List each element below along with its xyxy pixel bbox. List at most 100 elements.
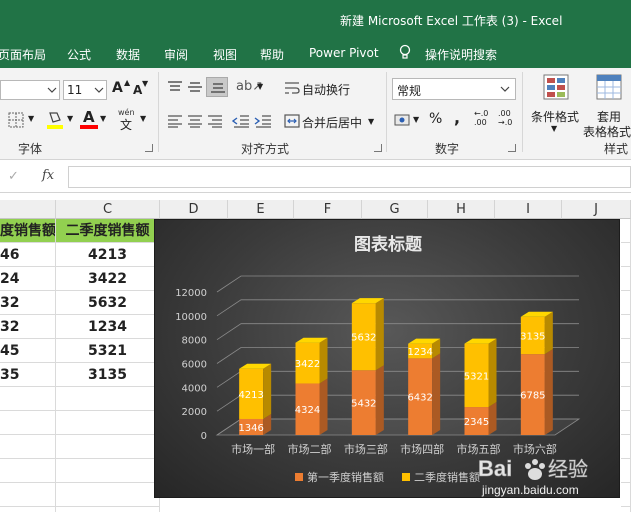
- font-size-box[interactable]: 11: [63, 80, 107, 100]
- tab-help[interactable]: 帮助: [260, 46, 284, 63]
- column-header-i[interactable]: I: [495, 200, 562, 219]
- empty-cell[interactable]: [0, 387, 56, 411]
- font-color-icon[interactable]: A: [80, 108, 98, 130]
- dropdown-arrow-icon[interactable]: ▼: [28, 114, 34, 123]
- group-styles-label: 样式: [604, 142, 629, 156]
- empty-cell[interactable]: [621, 315, 631, 339]
- empty-cell[interactable]: [621, 507, 631, 512]
- grow-font-button[interactable]: A: [112, 80, 123, 96]
- column-header-e[interactable]: E: [228, 200, 294, 219]
- empty-cell[interactable]: [621, 339, 631, 363]
- table-cell-q2[interactable]: 5632: [56, 291, 160, 315]
- dropdown-arrow-icon[interactable]: ▼: [67, 114, 73, 123]
- column-header-g[interactable]: G: [362, 200, 428, 219]
- number-dialog-launcher[interactable]: [508, 144, 516, 152]
- empty-cell[interactable]: [56, 507, 160, 512]
- dropdown-arrow-icon[interactable]: ▼: [140, 114, 146, 123]
- align-left-icon[interactable]: [166, 114, 184, 128]
- dropdown-arrow-icon[interactable]: ▼: [413, 115, 419, 124]
- font-name-box[interactable]: [0, 80, 60, 100]
- empty-cell[interactable]: [0, 459, 56, 483]
- tab-page-layout[interactable]: 页面布局: [0, 46, 46, 63]
- empty-cell[interactable]: [56, 411, 160, 435]
- dropdown-arrow-icon[interactable]: ▼: [257, 82, 263, 91]
- empty-cell[interactable]: [621, 291, 631, 315]
- insert-function-button[interactable]: fx: [42, 168, 54, 183]
- empty-cell[interactable]: [621, 363, 631, 387]
- comma-button[interactable]: ,: [454, 108, 460, 127]
- dropdown-arrow-icon: ▼: [551, 124, 558, 133]
- align-middle-icon[interactable]: [186, 80, 204, 94]
- empty-cell[interactable]: [621, 411, 631, 435]
- conditional-format-button[interactable]: 条件格式 ▼: [531, 72, 581, 134]
- empty-cell[interactable]: [0, 411, 56, 435]
- column-header-j[interactable]: J: [562, 200, 631, 219]
- x-tick-label: 市场四部: [400, 442, 444, 456]
- accounting-format-icon[interactable]: [394, 112, 412, 128]
- empty-cell[interactable]: [56, 435, 160, 459]
- table-cell-q2[interactable]: 5321: [56, 339, 160, 363]
- tab-power-pivot[interactable]: Power Pivot: [309, 46, 379, 60]
- empty-cell[interactable]: [0, 507, 56, 512]
- wrap-text-icon[interactable]: [284, 80, 300, 96]
- borders-icon[interactable]: [8, 112, 24, 128]
- align-center-icon[interactable]: [186, 114, 204, 128]
- merge-center-button[interactable]: 合并后居中: [302, 114, 362, 131]
- svg-text:经验: 经验: [548, 457, 588, 481]
- empty-cell[interactable]: [0, 483, 56, 507]
- percent-button[interactable]: %: [429, 111, 442, 127]
- table-cell-q2[interactable]: 3422: [56, 267, 160, 291]
- align-right-icon[interactable]: [206, 114, 224, 128]
- column-header-f[interactable]: F: [294, 200, 362, 219]
- align-top-icon[interactable]: [166, 80, 184, 94]
- decrease-indent-icon[interactable]: [232, 114, 250, 128]
- tell-me-search[interactable]: 操作说明搜索: [425, 46, 497, 63]
- column-header-c[interactable]: C: [56, 200, 160, 219]
- merge-center-icon[interactable]: [284, 113, 300, 129]
- increase-indent-icon[interactable]: [254, 114, 272, 128]
- format-as-table-button[interactable]: 套用 表格格式: [583, 72, 631, 139]
- column-header-h[interactable]: H: [428, 200, 495, 219]
- wrap-text-button[interactable]: 自动换行: [302, 81, 350, 98]
- empty-cell[interactable]: [56, 387, 160, 411]
- formula-input[interactable]: [68, 166, 631, 188]
- empty-cell[interactable]: [621, 219, 631, 243]
- tab-view[interactable]: 视图: [213, 46, 237, 63]
- table-cell-q2[interactable]: 1234: [56, 315, 160, 339]
- align-bottom-button[interactable]: [206, 77, 228, 97]
- lightbulb-icon[interactable]: [399, 44, 411, 64]
- empty-cell[interactable]: [621, 387, 631, 411]
- empty-cell[interactable]: [0, 435, 56, 459]
- tab-data[interactable]: 数据: [116, 46, 140, 63]
- decrease-decimal-button[interactable]: .00 →.0: [498, 109, 518, 131]
- header-cell-q2-sales[interactable]: 二季度销售额: [56, 219, 160, 243]
- header-cell-q1-sales[interactable]: 度销售额: [0, 219, 56, 243]
- fill-color-icon[interactable]: [46, 110, 64, 130]
- table-cell-q1[interactable]: 24: [0, 267, 56, 291]
- alignment-dialog-launcher[interactable]: [374, 144, 382, 152]
- dropdown-arrow-icon[interactable]: ▼: [100, 114, 106, 123]
- table-cell-q1[interactable]: 46: [0, 243, 56, 267]
- table-cell-q2[interactable]: 3135: [56, 363, 160, 387]
- font-dialog-launcher[interactable]: [145, 144, 153, 152]
- tab-formulas[interactable]: 公式: [67, 46, 91, 63]
- column-header-b[interactable]: [0, 200, 56, 219]
- empty-cell[interactable]: [56, 483, 160, 507]
- empty-cell[interactable]: [621, 267, 631, 291]
- shrink-font-button[interactable]: A: [133, 83, 142, 97]
- table-cell-q1[interactable]: 32: [0, 291, 56, 315]
- confirm-entry-icon[interactable]: ✓: [8, 169, 19, 184]
- column-header-d[interactable]: D: [160, 200, 228, 219]
- table-cell-q1[interactable]: 35: [0, 363, 56, 387]
- number-format-select[interactable]: 常规: [392, 78, 516, 100]
- table-cell-q1[interactable]: 32: [0, 315, 56, 339]
- increase-decimal-button[interactable]: ←.0 .00: [474, 109, 494, 131]
- phonetic-guide-icon[interactable]: wén 文: [116, 108, 136, 132]
- empty-cell[interactable]: [621, 243, 631, 267]
- table-cell-q2[interactable]: 4213: [56, 243, 160, 267]
- tab-review[interactable]: 审阅: [164, 46, 188, 63]
- dropdown-arrow-icon[interactable]: ▼: [368, 117, 374, 126]
- data-label: 6785: [520, 391, 545, 402]
- empty-cell[interactable]: [56, 459, 160, 483]
- table-cell-q1[interactable]: 45: [0, 339, 56, 363]
